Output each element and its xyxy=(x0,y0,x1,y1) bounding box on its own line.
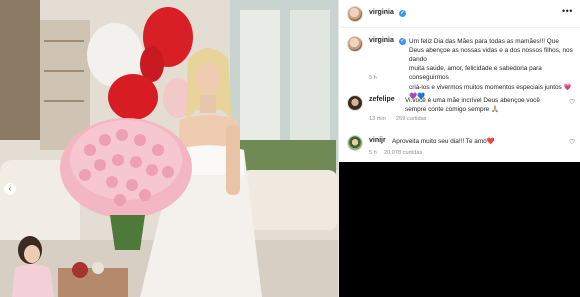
post-details-panel: virginia ✓ ••• virginia ✓ Um feliz Dia d… xyxy=(338,0,580,297)
verified-badge-icon: ✓ xyxy=(399,9,406,17)
carousel-prev-button[interactable]: ‹ xyxy=(4,183,16,195)
comment-likes[interactable]: 259 curtidas xyxy=(396,116,426,122)
more-options-icon[interactable]: ••• xyxy=(562,6,573,16)
photo-scene xyxy=(0,0,338,297)
comment-text: Vi.você é uma mãe incrível Deus abençoe … xyxy=(405,96,540,113)
comment-time[interactable]: 13 min xyxy=(369,116,386,122)
avatar[interactable] xyxy=(347,36,363,52)
verified-badge-icon: ✓ xyxy=(399,38,406,45)
like-heart-icon[interactable]: ♡ xyxy=(569,98,575,106)
post-header: virginia ✓ ••• xyxy=(339,0,580,28)
caption-text: Um feliz Dia das Mães para todas as mamã… xyxy=(409,37,573,100)
comment-username[interactable]: zefelipe xyxy=(369,96,395,103)
avatar[interactable] xyxy=(347,95,363,111)
avatar[interactable] xyxy=(347,135,363,151)
post-username[interactable]: virginia xyxy=(369,9,394,16)
comment-username[interactable]: vinijr xyxy=(369,137,386,144)
comment-text: Aproveita muito seu dia!!! Te amo❤️ xyxy=(392,137,495,145)
like-heart-icon[interactable]: ♡ xyxy=(569,138,575,146)
blank-area xyxy=(339,162,580,297)
comment-likes[interactable]: 20.078 curtidas xyxy=(384,150,422,156)
post-photo: ‹ xyxy=(0,0,338,297)
caption-username[interactable]: virginia xyxy=(369,37,394,44)
comment-time[interactable]: 5 h xyxy=(369,150,377,156)
caption-time[interactable]: 5 h xyxy=(369,75,377,81)
avatar[interactable] xyxy=(347,6,363,22)
